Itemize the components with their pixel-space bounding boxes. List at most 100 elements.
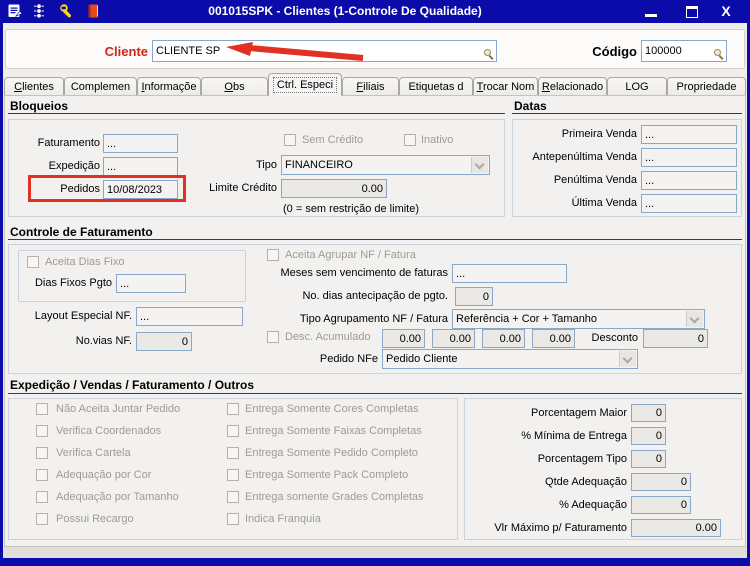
indica-franquia-checkbox[interactable] — [227, 513, 239, 525]
tab-relacionado[interactable]: Relacionado — [538, 77, 607, 95]
inativo-label: Inativo — [421, 134, 454, 146]
desc-acumulado-field-3[interactable]: 0.00 — [482, 329, 525, 348]
expedicao-field[interactable]: ... — [103, 157, 178, 176]
window-border-bottom — [0, 558, 750, 566]
aceita-agrupar-label: Aceita Agrupar NF / Fatura — [285, 249, 416, 261]
traffic-light-icon[interactable] — [31, 3, 47, 19]
checkbox-label: Verifica Coordenados — [56, 425, 162, 437]
limite-credito-field[interactable]: 0.00 — [281, 179, 387, 198]
no-vias-label: No.vias NF. — [75, 335, 132, 347]
pct-adequacao-field[interactable]: 0 — [631, 496, 691, 514]
meses-sem-vencimento-field[interactable]: ... — [452, 264, 567, 283]
aceita-dias-fixo-label: Aceita Dias Fixo — [45, 256, 125, 268]
chevron-down-icon[interactable] — [619, 351, 636, 367]
penultima-venda-field[interactable]: ... — [641, 171, 737, 190]
tab-propriedade[interactable]: Propriedade — [667, 77, 746, 95]
adequacao-por-cor-checkbox[interactable] — [36, 469, 48, 481]
tab-log[interactable]: LOG — [607, 77, 667, 95]
dias-antecipacao-label: No. dias antecipação de pgto. — [302, 290, 448, 302]
inativo-checkbox[interactable] — [404, 134, 416, 146]
desc-acumulado-checkbox[interactable] — [267, 331, 279, 343]
aceita-dias-fixo-checkbox[interactable] — [27, 256, 39, 268]
desc-acumulado-field-2[interactable]: 0.00 — [432, 329, 475, 348]
codigo-input[interactable]: 100000 — [641, 40, 727, 62]
entrega-faixas-completas-checkbox[interactable] — [227, 425, 239, 437]
tab-ctrl-especial[interactable]: Ctrl. Especi — [268, 73, 342, 96]
checkbox-label: Entrega Somente Pedido Completo — [245, 447, 419, 459]
nao-aceita-juntar-pedido-checkbox[interactable] — [36, 403, 48, 415]
bloqueios-rule — [8, 113, 505, 114]
faturamento-field[interactable]: ... — [103, 134, 178, 153]
qtde-adequacao-label: Qtde Adequação — [545, 476, 627, 488]
vlr-maximo-field[interactable]: 0.00 — [631, 519, 721, 537]
dias-antecipacao-field[interactable]: 0 — [455, 287, 493, 306]
antepenultima-venda-label: Antepenúltima Venda — [532, 151, 637, 163]
vlr-maximo-label: Vlr Máximo p/ Faturamento — [494, 522, 627, 534]
porcentagem-maior-field[interactable]: 0 — [631, 404, 666, 422]
primeira-venda-label: Primeira Venda — [561, 128, 637, 140]
primeira-venda-field[interactable]: ... — [641, 125, 737, 144]
maximize-button[interactable] — [682, 3, 702, 20]
tab-filiais[interactable]: Filiais — [342, 77, 399, 95]
datas-title: Datas — [514, 99, 547, 113]
checkbox-label: Verifica Cartela — [56, 447, 131, 459]
qtde-adequacao-field[interactable]: 0 — [631, 473, 691, 491]
tipo-agrupamento-select[interactable]: Referência + Cor + Tamanho — [452, 309, 705, 329]
possui-recargo-checkbox[interactable] — [36, 513, 48, 525]
desconto-field[interactable]: 0 — [643, 329, 708, 348]
ultima-venda-label: Última Venda — [571, 197, 637, 209]
no-vias-field[interactable]: 0 — [136, 332, 192, 351]
chevron-down-icon[interactable] — [686, 311, 703, 327]
controle-title: Controle de Faturamento — [10, 225, 153, 239]
porcentagem-tipo-field[interactable]: 0 — [631, 450, 666, 468]
desc-acumulado-field-1[interactable]: 0.00 — [382, 329, 425, 348]
verifica-coordenados-checkbox[interactable] — [36, 425, 48, 437]
sem-credito-label: Sem Crédito — [302, 134, 364, 146]
sem-credito-checkbox[interactable] — [284, 134, 296, 146]
tab-clientes[interactable]: Clientes — [4, 77, 64, 95]
antepenultima-venda-field[interactable]: ... — [641, 148, 737, 167]
minima-entrega-field[interactable]: 0 — [631, 427, 666, 445]
form-icon[interactable] — [7, 3, 23, 19]
ultima-venda-field[interactable]: ... — [641, 194, 737, 213]
tipo-agrupamento-label: Tipo Agrupamento NF / Fatura — [299, 313, 448, 325]
pedido-nfe-select[interactable]: Pedido Cliente — [382, 349, 638, 369]
entrega-pedido-completo-checkbox[interactable] — [227, 447, 239, 459]
tab-informacoes[interactable]: Informaçõe — [137, 77, 201, 95]
cliente-label: Cliente — [104, 44, 148, 59]
tab-obs[interactable]: Obs — [201, 77, 268, 95]
tab-etiquetas[interactable]: Etiquetas d — [399, 77, 473, 95]
wrench-icon[interactable] — [59, 3, 75, 19]
tab-complemento[interactable]: Complemen — [64, 77, 137, 95]
minimize-icon — [645, 13, 657, 17]
checkbox-label: Entrega Somente Pack Completo — [245, 469, 409, 481]
app-window: 001015SPK - Clientes (1-Controle De Qual… — [0, 0, 750, 566]
dias-fixos-pgto-field[interactable]: ... — [116, 274, 186, 293]
limite-credito-label: Limite Crédito — [209, 182, 277, 194]
adequacao-por-tamanho-checkbox[interactable] — [36, 491, 48, 503]
close-icon: X — [721, 3, 731, 19]
aceita-agrupar-checkbox[interactable] — [267, 249, 279, 261]
layout-especial-field[interactable]: ... — [136, 307, 243, 326]
layout-especial-label: Layout Especial NF. — [34, 310, 132, 322]
expedicao-label: Expedição — [48, 160, 100, 172]
minimize-button[interactable] — [641, 3, 661, 20]
pedido-nfe-label: Pedido NFe — [319, 353, 378, 365]
checkbox-label: Entrega somente Grades Completas — [245, 491, 424, 503]
chevron-down-icon[interactable] — [471, 157, 488, 173]
entrega-cores-completas-checkbox[interactable] — [227, 403, 239, 415]
meses-sem-vencimento-label: Meses sem vencimento de faturas — [280, 267, 448, 279]
cliente-search-icon[interactable] — [484, 49, 494, 59]
codigo-search-icon[interactable] — [714, 49, 724, 59]
book-icon[interactable] — [85, 3, 101, 19]
faturamento-label: Faturamento — [37, 137, 100, 149]
minima-entrega-label: % Mínima de Entrega — [521, 430, 627, 442]
tipo-select[interactable]: FINANCEIRO — [281, 155, 490, 175]
entrega-pack-completo-checkbox[interactable] — [227, 469, 239, 481]
checkbox-label: Entrega Somente Cores Completas — [245, 403, 419, 415]
verifica-cartela-checkbox[interactable] — [36, 447, 48, 459]
entrega-grades-completas-checkbox[interactable] — [227, 491, 239, 503]
porcentagem-maior-label: Porcentagem Maior — [531, 407, 627, 419]
tab-trocar-nome[interactable]: Trocar Nom — [473, 77, 538, 95]
close-button[interactable]: X — [716, 3, 736, 20]
